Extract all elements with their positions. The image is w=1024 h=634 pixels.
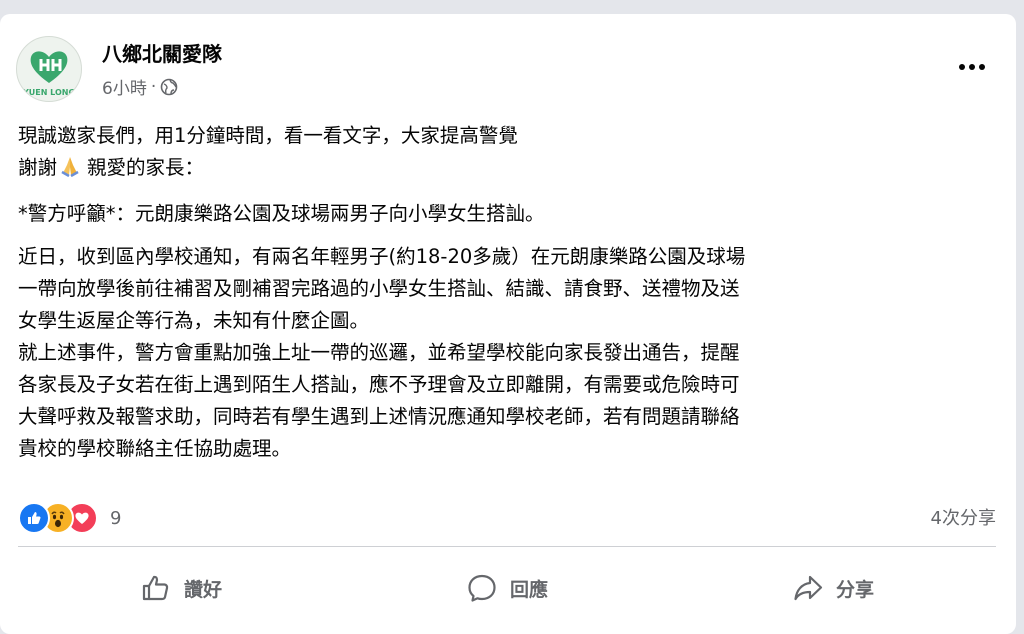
more-options-button[interactable] (954, 54, 990, 80)
post-header: YUEN LONG 八鄉北關愛隊 6小時 · (16, 36, 1006, 106)
share-label: 分享 (835, 578, 874, 601)
post-line: 女學生返屋企等行為，未知有什麼企圖。 (18, 309, 370, 332)
post-line: 現誠邀家長們，用1分鐘時間，看一看文字，大家提高警覺 (18, 124, 518, 147)
meta-separator: · (150, 76, 157, 97)
thanks-text: 謝謝 (18, 156, 58, 179)
post-body: 現誠邀家長們，用1分鐘時間，看一看文字，大家提高警覺 謝謝 親愛的家長： *警方呼… (18, 120, 998, 465)
folded-hands-icon (59, 155, 81, 187)
comment-bubble-icon (468, 574, 496, 602)
action-bar: 讚好 回應 分享 (18, 556, 996, 620)
comment-label: 回應 (509, 578, 548, 601)
reaction-count[interactable]: 9 (110, 508, 121, 529)
post-time[interactable]: 6小時 (102, 74, 147, 99)
post-card: YUEN LONG 八鄉北關愛隊 6小時 · 現誠邀家長們，用1分鐘時間，看一看… (0, 14, 1016, 634)
post-line-greeting: 謝謝 親愛的家長： (18, 152, 998, 187)
page-avatar[interactable]: YUEN LONG (16, 36, 82, 102)
post-line: 一帶向放學後前往補習及剛補習完路過的小學女生搭訕、結識、請食野、送禮物及送 (18, 277, 740, 300)
dear-parents-text: 親愛的家長： (87, 156, 205, 179)
post-line: 各家長及子女若在街上遇到陌生人搭訕，應不予理會及立即離開，有需要或危險時可 (18, 373, 740, 396)
like-reaction-icon (18, 502, 50, 534)
divider (18, 546, 996, 547)
post-line: *警方呼籲*：元朗康樂路公園及球場兩男子向小學女生搭訕。 (18, 202, 545, 225)
globe-icon[interactable] (160, 78, 178, 96)
share-count[interactable]: 4次分享 (931, 504, 996, 530)
like-button[interactable]: 讚好 (18, 556, 344, 620)
page-name[interactable]: 八鄉北關愛隊 (102, 38, 222, 67)
share-button[interactable]: 分享 (670, 556, 996, 620)
post-line: 近日，收到區內學校通知，有兩名年輕男子(約18-20多歲）在元朗康樂路公園及球場 (18, 245, 746, 268)
post-stats: 9 4次分享 (18, 502, 996, 536)
reactions-summary[interactable]: 9 (18, 502, 121, 534)
post-meta: 6小時 · (102, 74, 178, 99)
thumbs-up-icon (142, 575, 169, 601)
post-line: 貴校的學校聯絡主任協助處理。 (18, 437, 292, 460)
comment-button[interactable]: 回應 (344, 556, 670, 620)
heart-logo-icon: YUEN LONG (22, 51, 75, 97)
more-options-icon (959, 64, 985, 70)
post-line: 大聲呼救及報警求助，同時若有學生遇到上述情況應通知學校老師，若有問題請聯絡 (18, 405, 740, 428)
avatar-caption: YUEN LONG (22, 88, 75, 97)
like-label: 讚好 (183, 578, 222, 601)
post-line: 就上述事件，警方會重點加強上址一帶的巡邏，並希望學校能向家長發出通告，提醒 (18, 341, 740, 364)
share-arrow-icon (794, 575, 823, 601)
